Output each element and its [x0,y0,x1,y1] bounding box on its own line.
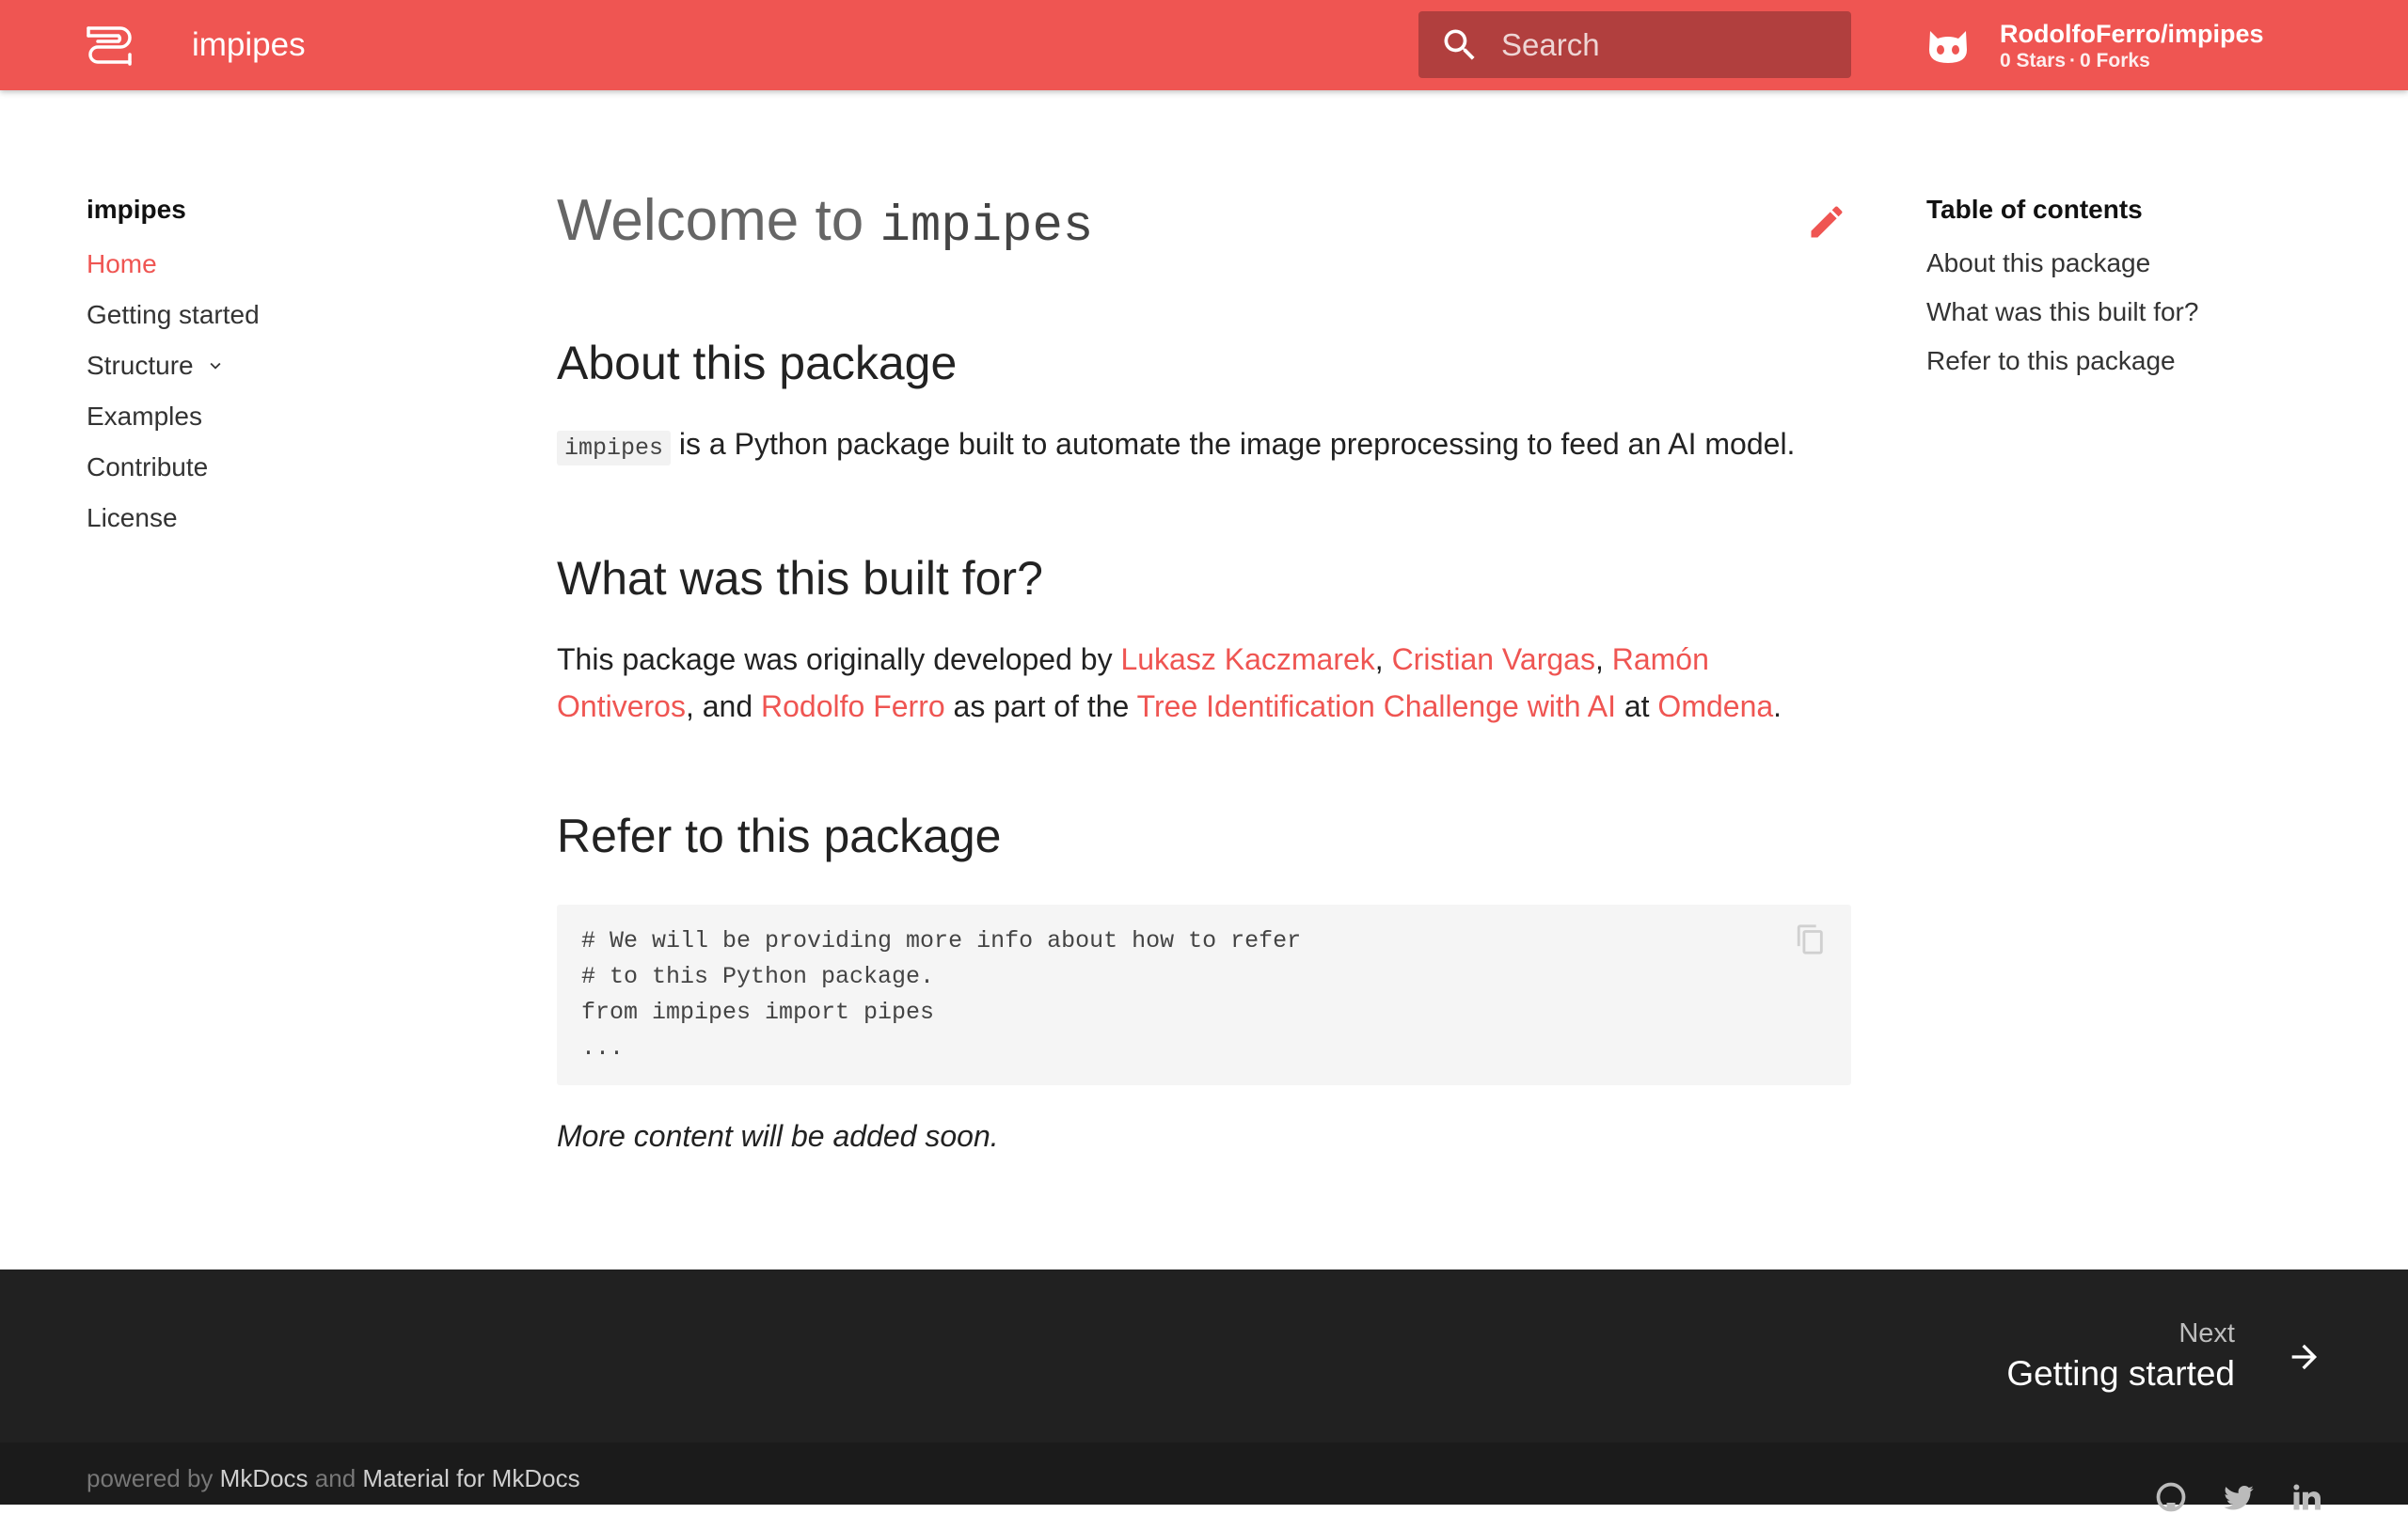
heading-refer: Refer to this package [557,810,1002,862]
sidebar-item-getting-started[interactable]: Getting started [87,290,444,340]
repo-stats: 0 Stars · 0 Forks [2000,50,2264,72]
about-text: is a Python package built to automate th… [678,427,1796,461]
github-cat-icon [1929,31,1967,63]
what-end: . [1773,689,1782,723]
site-title[interactable]: impipes [192,23,306,68]
sidebar-item-label: Home [87,249,157,278]
page-title-text: Welcome to [557,188,864,253]
link-cristian[interactable]: Cristian Vargas [1392,642,1595,676]
toc-item-what[interactable]: What was this built for? [1926,288,2359,337]
what-and: , and [685,689,753,723]
sidebar-item-home[interactable]: Home [87,239,444,290]
nav-title: impipes [87,195,186,224]
sidebar-item-label: Structure [87,351,194,380]
repo-stats-separator: · [2069,50,2077,71]
note-text: More content will be added soon. [557,1119,999,1153]
next-text: Next Getting started [2006,1317,2235,1397]
heading-about: About this package [557,337,958,389]
repo-forks: 0 Forks [2080,50,2150,71]
code-content[interactable]: # We will be providing more info about h… [581,923,1827,1066]
sidebar-item-contribute[interactable]: Contribute [87,442,444,493]
linkedin-icon[interactable] [2289,1480,2323,1514]
next-label: Next [2178,1318,2235,1348]
next-title: Getting started [2006,1354,2235,1393]
sidebar-item-label: License [87,503,178,532]
toc-item-refer[interactable]: Refer to this package [1926,337,2359,386]
what-at: at [1624,689,1650,723]
table-of-contents: Table of contents About this package Wha… [1926,188,2359,386]
arrow-right-icon [2291,1344,2318,1370]
search-box[interactable] [1418,11,1851,78]
material-link[interactable]: Material for MkDocs [362,1464,579,1492]
search-input[interactable] [1499,25,1823,64]
header: impipes RodolfoFerro/impipes 0 Stars·0 F… [0,0,2408,90]
search-icon [1444,29,1475,60]
what-part: as part of the [953,689,1130,723]
link-rodolfo[interactable]: Rodolfo Ferro [761,689,945,723]
heading-what: What was this built for? [557,552,1043,605]
copy-icon[interactable] [1795,923,1827,955]
main-content: Welcome to impipes About this package im… [557,179,1851,1159]
sidebar-item-label: Getting started [87,300,260,329]
toc-title: Table of contents [1926,195,2143,224]
chevron-down-icon[interactable] [205,355,226,376]
sidebar-nav: impipes Home Getting started Structure E… [87,188,444,544]
code-block: # We will be providing more info about h… [557,905,1851,1085]
next-page-link[interactable]: Next Getting started [2006,1317,2323,1397]
footer-meta: powered by MkDocs and Material for MkDoc… [0,1443,2408,1512]
page-title: Welcome to impipes [557,179,1851,270]
link-lukasz[interactable]: Lukasz Kaczmarek [1120,642,1374,676]
toc-item-about[interactable]: About this package [1926,239,2359,288]
footer-navigation: Next Getting started [0,1270,2408,1443]
about-paragraph: impipes is a Python package built to aut… [557,420,1851,472]
logo-icon[interactable] [85,21,134,70]
repo-link[interactable]: RodolfoFerro/impipes 0 Stars · 0 Forks [1925,15,2264,75]
powered-by-text: powered by [87,1464,214,1492]
github-icon[interactable] [2154,1480,2188,1514]
what-sep: , [1594,642,1604,676]
sidebar-item-label: Contribute [87,452,209,481]
sidebar-item-examples[interactable]: Examples [87,391,444,442]
link-challenge[interactable]: Tree Identification Challenge with AI [1137,689,1616,723]
link-omdena[interactable]: Omdena [1657,689,1773,723]
mkdocs-link[interactable]: MkDocs [220,1464,309,1492]
page-title-code: impipes [879,198,1094,256]
repo-stars: 0 Stars [2000,50,2067,71]
what-intro: This package was originally developed by [557,642,1113,676]
powered-and-text: and [314,1464,356,1492]
sidebar-item-label: Examples [87,402,202,431]
inline-code: impipes [557,431,672,465]
twitter-icon[interactable] [2222,1480,2256,1514]
repo-name: RodolfoFerro/impipes [2000,20,2264,48]
what-paragraph: This package was originally developed by… [557,636,1851,730]
what-sep: , [1374,642,1384,676]
sidebar-item-license[interactable]: License [87,493,444,544]
sidebar-item-structure[interactable]: Structure [87,340,444,391]
powered-by: powered by MkDocs and Material for MkDoc… [87,1461,580,1495]
social-links [2154,1480,2323,1514]
